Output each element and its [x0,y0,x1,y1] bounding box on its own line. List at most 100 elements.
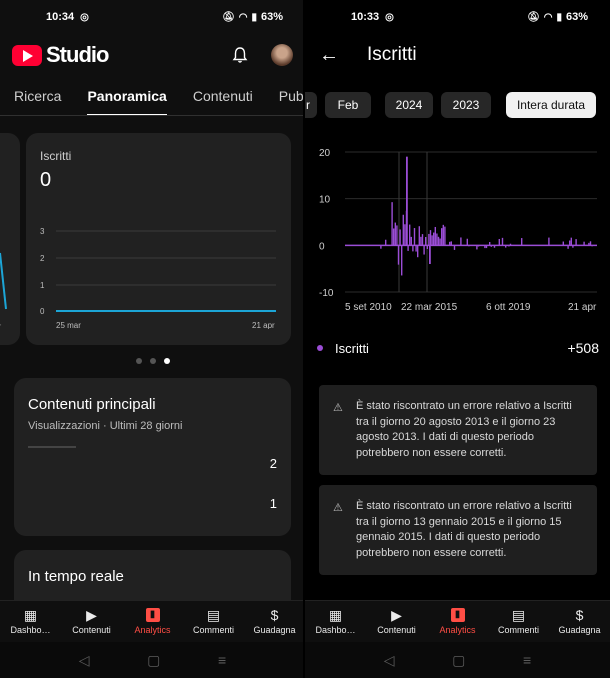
chip-partial[interactable]: r [305,92,317,118]
chart-bar [385,239,387,246]
chart-bar [421,234,424,246]
recents-icon[interactable]: ≡ [218,652,226,668]
chart-legend: Iscritti +508 [317,340,599,356]
tab-contenuti[interactable]: Contenuti [193,76,253,115]
nav-analytics[interactable]: ▮ Analytics [428,601,488,642]
nav-comments[interactable]: ▤ Commenti [184,601,244,642]
status-time: 10:33 [351,11,380,23]
chart-bar [477,245,480,247]
back-triangle-icon[interactable]: ◁ [384,652,395,669]
nav-dashboard[interactable]: ▦ Dashbo… [306,601,366,642]
chart-bar [476,245,478,250]
chart-bar [433,232,435,246]
chart-bar [404,224,406,246]
nav-label: Contenuti [72,625,111,635]
chip-feb[interactable]: Feb [325,92,371,118]
analytics-icon: ▮ [450,608,465,622]
chart-bar [401,245,403,276]
battery-level: 63% [565,11,588,23]
subscribers-chart: 20 10 0 -10 5 set 2010 22 mar 2015 6 ott 2019 2… [319,148,597,313]
previous-card-tick: pr [0,322,1,331]
mute-icon: 🔕︎ [527,11,540,23]
chip-2024[interactable]: 2024 [385,92,433,118]
chart-bar [399,229,401,246]
nav-label: Dashbo… [10,625,51,635]
chip-lifetime[interactable]: Intera durata [506,92,596,118]
nav-earn[interactable]: $ Guadagna [550,601,610,642]
home-square-icon[interactable]: ▢ [452,652,465,669]
page-title: Iscritti [367,44,417,65]
x-tick-label: 6 ott 2019 [486,302,531,313]
bell-icon[interactable] [231,46,249,64]
x-tick-label: 21 apr [568,302,597,313]
tab-panoramica[interactable]: Panoramica [87,76,168,115]
right-screen: 10:33 ◎ 🔕︎ ◠ ▮ 63% ← Iscritti r Feb 2024 202… [305,0,610,678]
x-tick-label: 22 mar 2015 [401,302,458,313]
top-content-card[interactable]: Contenuti principali Visualizzazioni · U… [14,378,291,536]
chart-bar [397,245,400,265]
chart-bar [431,235,433,246]
top-content-value: 1 [269,496,277,511]
chart-bar [426,245,428,250]
previous-card-peek[interactable]: pr [0,133,20,345]
nav-dashboard[interactable]: ▦ Dashbo… [1,601,61,642]
nav-label: Analytics [439,625,476,635]
chart-bar [498,238,500,246]
nav-content[interactable]: ▶ Contenuti [62,601,122,642]
whatsapp-icon: ◎ [385,11,394,23]
subscribers-card[interactable]: Iscritti 0 3 2 1 0 25 mar 21 apr [26,133,291,345]
dashboard-icon: ▦ [328,607,343,623]
studio-logo[interactable]: Studio [12,42,109,68]
chart-bar [460,237,462,246]
chart-bar [548,237,550,246]
chart-bar [521,238,523,246]
chart-bar [429,230,432,246]
chart-bar [412,245,414,252]
tab-pubblico[interactable]: Pubblico [279,76,305,115]
chart-bar [425,237,427,246]
carousel-dot[interactable] [136,358,142,364]
nav-label: Analytics [134,625,171,635]
carousel-dot-active[interactable] [164,358,170,364]
chart-bar [409,224,411,246]
recents-icon[interactable]: ≡ [523,652,531,668]
avatar[interactable] [271,44,293,66]
top-content-value: 2 [269,456,277,471]
chart-bar [410,236,412,246]
chart-bar [436,233,438,246]
previous-card-chart: pr [0,252,7,331]
chart-bar [394,222,396,246]
whatsapp-icon: ◎ [80,11,89,23]
status-bar: 10:34 ◎ 🔕︎ ◠ ▮ 63% [0,0,305,34]
content-icon: ▶ [86,607,97,623]
chart-bar [505,245,507,248]
back-arrow-icon[interactable]: ← [319,44,339,67]
warning-icon: ⚠ [333,402,343,414]
bottom-nav: ▦ Dashbo… ▶ Contenuti ▮ Analytics ▤ Commenti… [305,600,610,642]
nav-earn[interactable]: $ Guadagna [245,601,305,642]
chart-bar [437,236,440,246]
nav-label: Guadagna [558,625,601,635]
subscribers-mini-chart: 3 2 1 0 25 mar 21 apr [40,227,276,329]
nav-analytics[interactable]: ▮ Analytics [123,601,183,642]
analytics-icon: ▮ [145,608,160,622]
chart-bar [442,224,444,246]
tab-ricerca[interactable]: Ricerca [14,76,61,115]
studio-header: Studio [0,34,305,76]
legend-dot [317,345,323,351]
x-tick: 25 mar [56,321,81,329]
home-square-icon[interactable]: ▢ [147,652,160,669]
carousel-dot[interactable] [150,358,156,364]
nav-comments[interactable]: ▤ Commenti [489,601,549,642]
dashboard-icon: ▦ [23,607,38,623]
back-triangle-icon[interactable]: ◁ [79,652,90,669]
y-tick-label: 20 [319,148,331,159]
nav-content[interactable]: ▶ Contenuti [367,601,427,642]
youtube-play-icon [12,44,42,66]
chart-bar [466,238,468,246]
subscribers-value: 0 [40,169,52,191]
chip-2023[interactable]: 2023 [441,92,491,118]
bottom-nav: ▦ Dashbo… ▶ Contenuti ▮ Analytics ▤ Commenti… [0,600,305,642]
chart-bar [570,237,572,246]
chart-bar [428,233,430,246]
